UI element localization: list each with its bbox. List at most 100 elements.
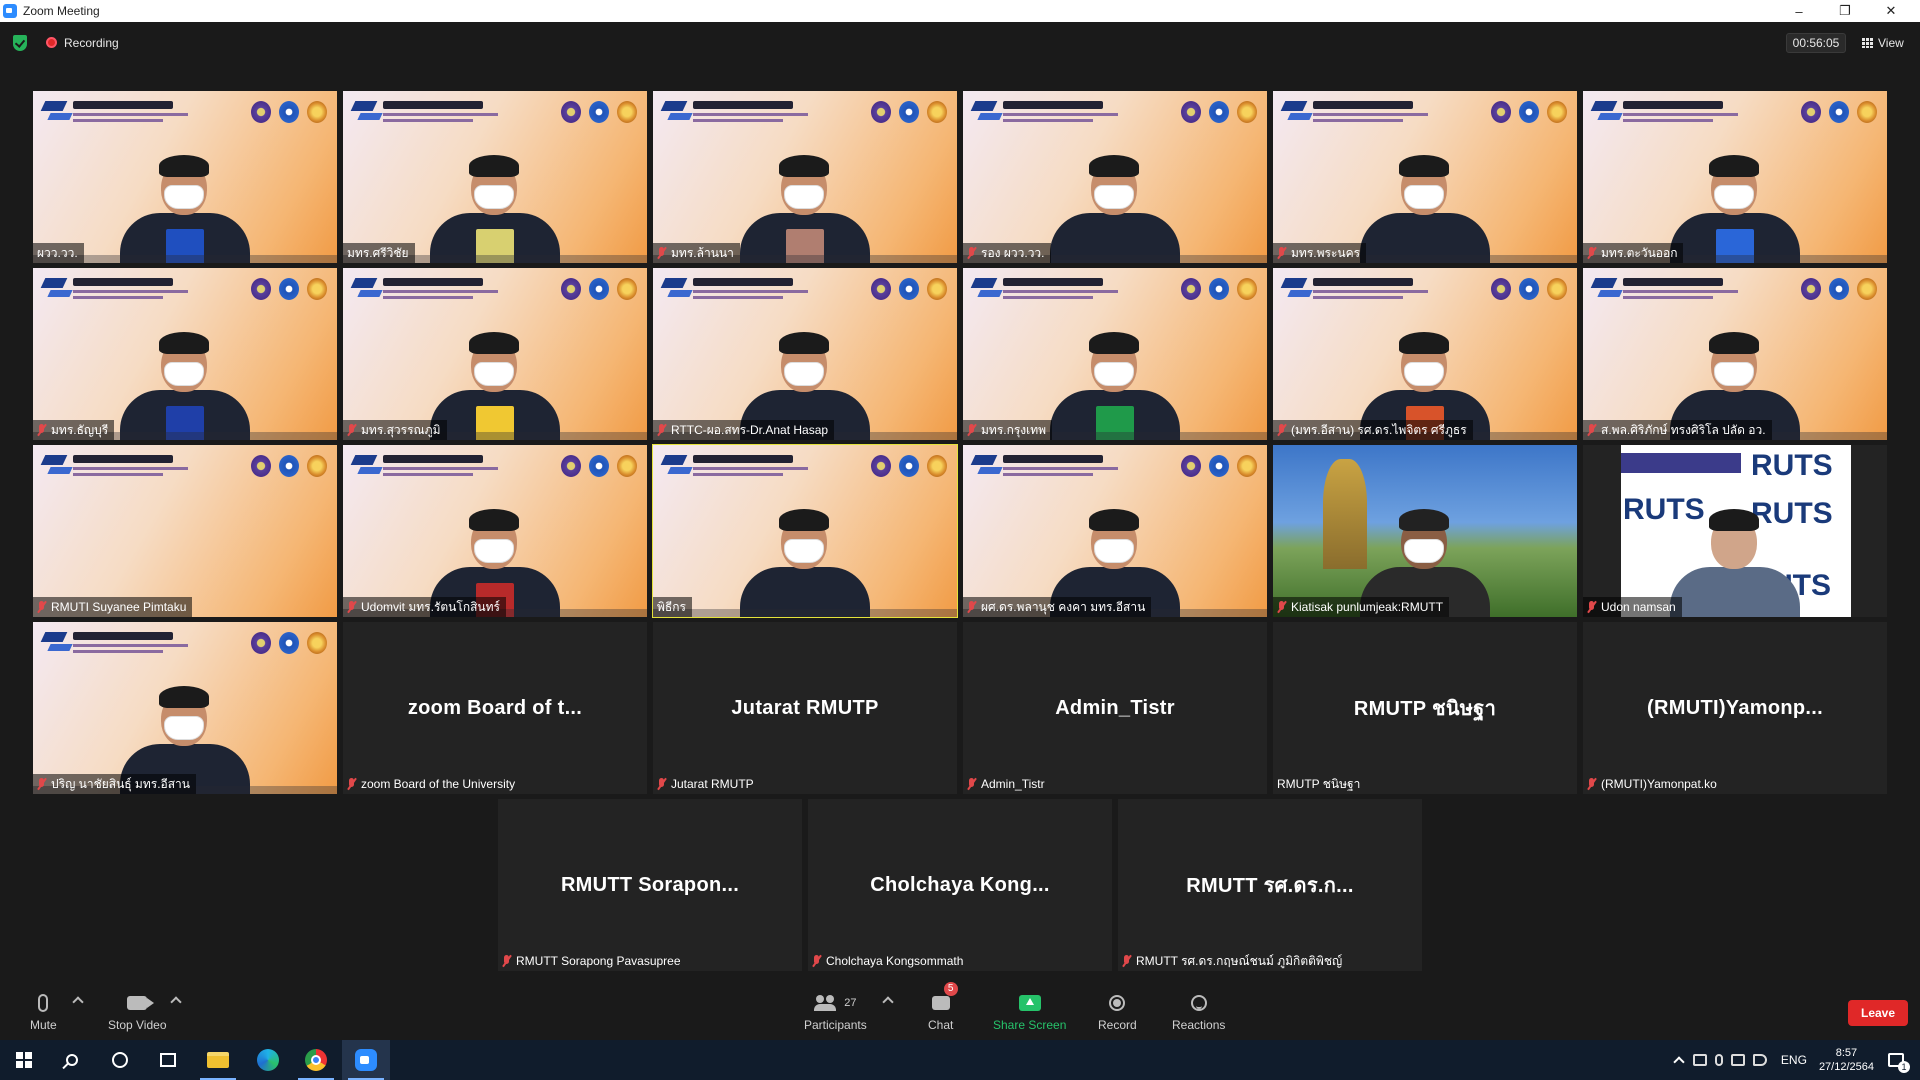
- muted-mic-icon: [1587, 247, 1596, 259]
- participant-video-tile[interactable]: ผศ.ดร.พลานุช คงคา มทร.อีสาน: [963, 445, 1267, 617]
- zoom-icon: [355, 1049, 377, 1071]
- participant-video-tile[interactable]: Kiatisak punlumjeak:RMUTT: [1273, 445, 1577, 617]
- emblem-icon: [279, 278, 299, 300]
- mute-button[interactable]: Mute: [30, 992, 57, 1032]
- file-explorer-icon: [207, 1052, 229, 1068]
- participant-video-tile[interactable]: Cholchaya Kong... Cholchaya Kongsommath: [808, 799, 1112, 971]
- microphone-tray-icon[interactable]: [1714, 1054, 1723, 1066]
- share-screen-button[interactable]: Share Screen: [993, 992, 1066, 1032]
- task-view-button[interactable]: [144, 1040, 192, 1080]
- taskbar-clock[interactable]: 8:57 27/12/2564: [1819, 1046, 1874, 1074]
- video-options-chevron-icon[interactable]: [170, 996, 182, 1008]
- participants-button[interactable]: 27 Participants: [804, 992, 867, 1032]
- emblem-icon: [617, 455, 637, 477]
- cortana-button[interactable]: [96, 1040, 144, 1080]
- participant-video-tile[interactable]: มทร.ธัญบุรี: [33, 268, 337, 440]
- participant-name: Udomvit มทร.รัตนโกสินทร์: [361, 599, 500, 614]
- participant-video-tile[interactable]: รอง ผวว.วว.: [963, 91, 1267, 263]
- recording-dot-icon[interactable]: [46, 37, 57, 48]
- emblem-icon: [1209, 101, 1229, 123]
- participant-name: RTTC-ผอ.สทร-Dr.Anat Hasap: [671, 422, 829, 437]
- participant-video-tile[interactable]: zoom Board of t... zoom Board of the Univ…: [343, 622, 647, 794]
- leave-button[interactable]: Leave: [1848, 1000, 1908, 1026]
- participant-name: ผศ.ดร.พลานุช คงคา มทร.อีสาน: [981, 599, 1146, 614]
- stop-video-button[interactable]: Stop Video: [108, 992, 167, 1032]
- participants-options-chevron-icon[interactable]: [882, 996, 894, 1008]
- edge-taskbar-item[interactable]: [244, 1040, 292, 1080]
- meet-now-icon[interactable]: [1692, 1054, 1707, 1066]
- zoom-taskbar-item[interactable]: [342, 1040, 390, 1080]
- participant-name: zoom Board of the University: [361, 777, 516, 791]
- notifications-icon[interactable]: 1: [1888, 1053, 1910, 1073]
- participant-video-tile[interactable]: RMUTT Sorapon... RMUTT Sorapong Pavasupre…: [498, 799, 802, 971]
- participant-name-label: พิธีกร: [653, 597, 692, 617]
- participant-name: ส.พล.ศิริภักษ์ ทรงศิริโล ปลัด อว.: [1601, 422, 1766, 437]
- participant-video-tile[interactable]: RMUTP ชนิษฐา RMUTP ชนิษฐา: [1273, 622, 1577, 794]
- view-button[interactable]: View: [1862, 34, 1904, 52]
- volume-icon[interactable]: [1752, 1054, 1767, 1066]
- participant-video-tile[interactable]: Admin_Tistr Admin_Tistr: [963, 622, 1267, 794]
- university-logos: [561, 455, 637, 477]
- emblem-icon: [1181, 101, 1201, 123]
- emblem-icon: [1237, 101, 1257, 123]
- participant-name: RMUTP ชนิษฐา: [1277, 776, 1361, 791]
- participant-video-tile[interactable]: มทร.ศรีวิชัย: [343, 91, 647, 263]
- participant-video-tile[interactable]: มทร.ล้านนา: [653, 91, 957, 263]
- emblem-icon: [1181, 455, 1201, 477]
- participant-video-tile[interactable]: มทร.สุวรรณภูมิ: [343, 268, 647, 440]
- participant-video-tile[interactable]: RMUTT รศ.ดร.ก... RMUTT รศ.ดร.กฤษณ์ชนม์ ภู…: [1118, 799, 1422, 971]
- university-logos: [1801, 101, 1877, 123]
- input-language[interactable]: ENG: [1781, 1053, 1807, 1067]
- minimize-button[interactable]: –: [1776, 0, 1822, 22]
- muted-mic-icon: [967, 247, 976, 259]
- emblem-icon: [1547, 278, 1567, 300]
- participant-video-tile[interactable]: ส.พล.ศิริภักษ์ ทรงศิริโล ปลัด อว.: [1583, 268, 1887, 440]
- recording-label[interactable]: Recording: [64, 36, 119, 50]
- maximize-button[interactable]: ❐: [1822, 0, 1868, 22]
- show-hidden-icons-chevron-icon[interactable]: [1673, 1056, 1685, 1068]
- chat-button[interactable]: 5 Chat: [928, 982, 958, 1032]
- file-explorer-taskbar-item[interactable]: [194, 1040, 242, 1080]
- participant-video-tile[interactable]: RUTS RUTS RUTS UTS Udon namsan: [1583, 445, 1887, 617]
- participant-video-tile[interactable]: มทร.กรุงเทพ: [963, 268, 1267, 440]
- participant-video-tile[interactable]: RTTC-ผอ.สทร-Dr.Anat Hasap: [653, 268, 957, 440]
- participant-video-tile[interactable]: ปริญ นาชัยสินธุ์ มทร.อีสาน: [33, 622, 337, 794]
- participant-video-tile[interactable]: มทร.พระนคร: [1273, 91, 1577, 263]
- participant-name: RMUTT รศ.ดร.กฤษณ์ชนม์ ภูมิกิตติพิชญ์: [1136, 953, 1343, 968]
- participant-video-tile[interactable]: พิธีกร: [652, 444, 958, 618]
- reactions-smiley-icon: [1190, 995, 1207, 1011]
- participant-name-label: RMUTT Sorapong Pavasupree: [498, 951, 687, 971]
- university-logos: [871, 278, 947, 300]
- participant-video-tile[interactable]: (มทร.อีสาน) รศ.ดร.ไพจิตร ศรีภูธร: [1273, 268, 1577, 440]
- search-button[interactable]: [48, 1040, 96, 1080]
- participant-video-tile[interactable]: RMUTI Suyanee Pimtaku: [33, 445, 337, 617]
- emblem-icon: [307, 278, 327, 300]
- start-button[interactable]: [0, 1040, 48, 1080]
- emblem-icon: [1801, 278, 1821, 300]
- ceremony-banner: [350, 97, 503, 127]
- muted-mic-icon: [347, 424, 356, 436]
- close-button[interactable]: ✕: [1868, 0, 1914, 22]
- network-icon[interactable]: [1730, 1054, 1745, 1066]
- reactions-button[interactable]: Reactions: [1172, 992, 1225, 1032]
- audio-options-chevron-icon[interactable]: [72, 996, 84, 1008]
- participant-name: Admin_Tistr: [981, 777, 1045, 791]
- encryption-shield-icon[interactable]: [13, 35, 27, 51]
- emblem-icon: [251, 632, 271, 654]
- chrome-taskbar-item[interactable]: [292, 1040, 340, 1080]
- participant-video-tile[interactable]: มทร.ตะวันออก: [1583, 91, 1887, 263]
- muted-mic-icon: [347, 778, 356, 790]
- university-logos: [561, 278, 637, 300]
- emblem-icon: [899, 101, 919, 123]
- record-button[interactable]: Record: [1098, 992, 1137, 1032]
- participant-video-tile[interactable]: Udomvit มทร.รัตนโกสินทร์: [343, 445, 647, 617]
- university-logos: [1801, 278, 1877, 300]
- emblem-icon: [899, 455, 919, 477]
- participant-video-tile[interactable]: ผวว.วว.: [33, 91, 337, 263]
- emblem-icon: [1519, 278, 1539, 300]
- ceremony-banner: [350, 274, 503, 304]
- meeting-top-bar: Recording 00:56:05 View: [0, 22, 1920, 62]
- participant-name-label: RTTC-ผอ.สทร-Dr.Anat Hasap: [653, 420, 835, 440]
- participant-video-tile[interactable]: Jutarat RMUTP Jutarat RMUTP: [653, 622, 957, 794]
- participant-video-tile[interactable]: (RMUTI)Yamonp... (RMUTI)Yamonpat.ko: [1583, 622, 1887, 794]
